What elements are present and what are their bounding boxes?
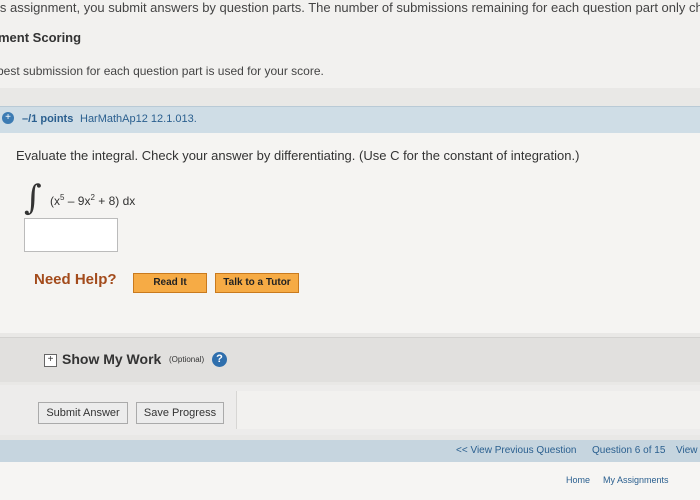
read-it-button[interactable]: Read It xyxy=(133,273,207,293)
answer-input[interactable] xyxy=(24,218,118,252)
question-body: Evaluate the integral. Check your answer… xyxy=(0,133,700,333)
show-my-work-panel: + Show My Work (Optional) ? xyxy=(0,337,700,382)
points-label: –/1 points xyxy=(22,113,74,125)
need-help-label: Need Help? xyxy=(34,271,117,288)
plus-circle-icon[interactable]: + xyxy=(2,112,14,124)
footer: Home My Assignments xyxy=(0,462,700,500)
my-assignments-link[interactable]: My Assignments xyxy=(603,475,669,485)
show-my-work-title[interactable]: Show My Work xyxy=(62,351,161,367)
view-link[interactable]: View xyxy=(676,445,698,456)
integral-expression: (x5 – 9x2 + 8) dx xyxy=(50,193,136,208)
talk-to-tutor-button[interactable]: Talk to a Tutor xyxy=(215,273,299,293)
question-prompt: Evaluate the integral. Check your answer… xyxy=(16,148,580,163)
empty-work-area xyxy=(236,391,700,429)
submit-answer-button[interactable]: Submit Answer xyxy=(38,402,128,424)
previous-question-link[interactable]: << View Previous Question xyxy=(456,445,576,456)
question-circle-icon[interactable]: ? xyxy=(212,352,227,367)
submission-instructions: is assignment, you submit answers by que… xyxy=(0,0,700,15)
home-link[interactable]: Home xyxy=(566,475,590,485)
optional-label: (Optional) xyxy=(169,355,205,364)
assignment-instructions: is assignment, you submit answers by que… xyxy=(0,0,700,88)
question-navigation: << View Previous Question Question 6 of … xyxy=(0,440,700,462)
question-id: HarMathAp12 12.1.013. xyxy=(80,113,197,125)
scoring-heading: ment Scoring xyxy=(0,30,82,45)
question-position: Question 6 of 15 xyxy=(592,445,666,456)
save-progress-button[interactable]: Save Progress xyxy=(136,402,224,424)
question-header: + –/1 points HarMathAp12 12.1.013. xyxy=(0,106,700,133)
action-row: Submit Answer Save Progress xyxy=(0,385,700,435)
scoring-text: best submission for each question part i… xyxy=(0,64,324,78)
integral-symbol-icon: ∫ xyxy=(24,178,42,218)
plus-box-icon[interactable]: + xyxy=(44,354,57,367)
